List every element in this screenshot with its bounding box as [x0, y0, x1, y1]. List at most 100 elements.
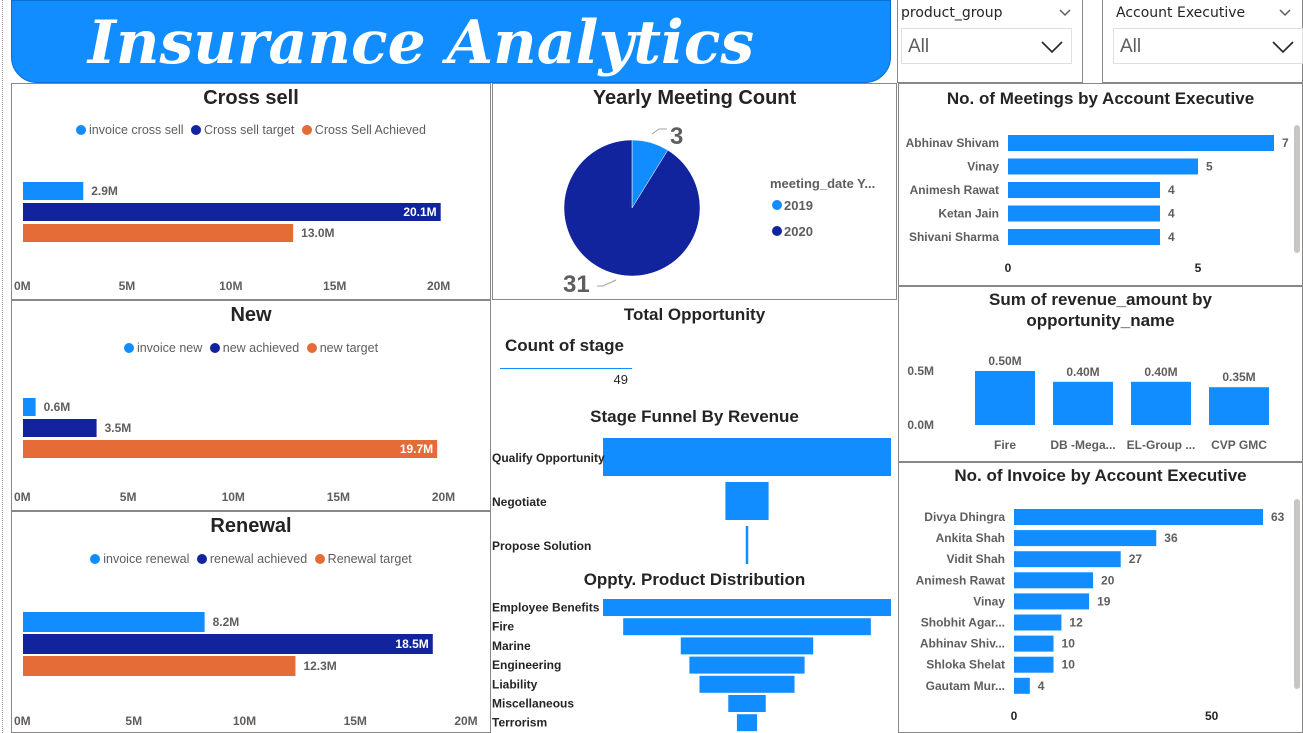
funnel-label: Terrorism — [492, 716, 547, 730]
data-label: 0.35M — [1222, 370, 1255, 384]
data-label: 0.6M — [44, 400, 71, 414]
bar — [23, 440, 438, 458]
category-label: Shloka Shelat — [926, 658, 1005, 672]
tick-label: 0M — [14, 279, 31, 293]
product-group-dropdown[interactable]: All — [901, 28, 1072, 64]
funnel-label: Qualify Opportunity — [492, 451, 605, 465]
data-label: 8.2M — [213, 615, 240, 629]
new-chart: 0.6M 3.5M 19.7M 0M 5M 10M 15M 20M — [14, 398, 455, 504]
bar — [1008, 182, 1160, 198]
bar — [1014, 530, 1157, 547]
yearly-pie-chart: 3 31 2019 2020 — [563, 123, 813, 298]
bar — [23, 203, 441, 221]
opportunity-section: Total Opportunity Count of stage 49 Stag… — [492, 300, 897, 733]
data-label: 0.40M — [1144, 365, 1177, 379]
category-label: Shivani Sharma — [909, 230, 999, 244]
bar — [23, 224, 294, 242]
funnel-bar — [689, 656, 805, 674]
tick-label: 5M — [120, 490, 137, 504]
funnel-bar — [603, 438, 891, 476]
bar — [1014, 614, 1062, 631]
data-label: 5 — [1206, 160, 1213, 174]
data-label: 4 — [1168, 230, 1175, 244]
data-label: 63 — [1271, 510, 1285, 524]
funnel-bar — [680, 637, 814, 655]
category-label: CVP GMC — [1211, 438, 1267, 452]
data-label: 2.9M — [91, 184, 118, 198]
pie-slice — [563, 139, 701, 277]
legend-label: 2019 — [784, 198, 813, 213]
tick-label: 0M — [14, 714, 31, 728]
category-label: DB -Mega... — [1050, 438, 1115, 452]
account-executive-slicer[interactable]: Account Executive All — [1102, 0, 1303, 83]
chevron-down-icon[interactable] — [1041, 38, 1063, 56]
slicer-label: product_group — [901, 5, 1003, 21]
category-label: Abhinav Shiv... — [920, 637, 1005, 651]
funnel-label: Negotiate — [492, 495, 547, 509]
bar — [23, 634, 433, 654]
funnel-label: Fire — [492, 620, 514, 634]
slice-label: 3 — [670, 123, 683, 150]
meetings-chart: Abhinav Shivam 7 Vinay 5 Animesh Rawat 4 Ketan… — [906, 125, 1300, 275]
bar — [23, 419, 97, 437]
bar — [1209, 387, 1269, 425]
bar — [1014, 635, 1054, 652]
chevron-down-icon[interactable] — [1272, 38, 1294, 56]
chevron-down-icon[interactable] — [1058, 6, 1072, 20]
funnel-bar — [623, 618, 871, 636]
legend-label: 2020 — [784, 224, 813, 239]
bar — [1014, 509, 1263, 525]
chevron-down-icon[interactable] — [1278, 6, 1292, 20]
bar — [975, 371, 1035, 425]
funnel-bar — [736, 714, 758, 732]
data-label: 20.1M — [403, 205, 436, 219]
data-label: 10 — [1062, 658, 1076, 672]
data-label: 18.5M — [395, 637, 428, 651]
product-group-slicer[interactable]: product_group All — [897, 0, 1083, 83]
tick-label: 5M — [125, 714, 142, 728]
tick-label: 50 — [1205, 709, 1219, 723]
data-label: 4 — [1168, 207, 1175, 221]
bar — [1131, 381, 1191, 425]
funnel-charts: Qualify Opportunity Negotiate Propose Solu… — [492, 438, 891, 732]
funnel-bar — [725, 482, 769, 520]
category-label: Animesh Rawat — [916, 573, 1005, 587]
category-label: Abhinav Shivam — [906, 136, 999, 150]
meetings-panel: No. of Meetings by Account Executive Abh… — [898, 83, 1303, 286]
tick-label: 10M — [222, 490, 245, 504]
category-label: Ankita Shah — [936, 531, 1005, 545]
funnel-bar — [603, 599, 891, 616]
category-label: Vinay — [973, 594, 1005, 608]
funnel-bar — [699, 675, 795, 693]
slicer-label: Account Executive — [1116, 5, 1246, 21]
account-executive-dropdown[interactable]: All — [1113, 28, 1303, 64]
tick-label: 5M — [119, 279, 136, 293]
data-label: 36 — [1164, 531, 1178, 545]
funnel-label: Employee Benefits — [492, 601, 600, 615]
canvas-edge — [2, 0, 3, 733]
tick-label: 0.0M — [907, 418, 934, 432]
bar — [23, 398, 36, 416]
funnel-label: Propose Solution — [492, 539, 591, 553]
data-label: 20 — [1101, 573, 1115, 587]
tick-label: 0 — [1011, 709, 1018, 723]
renewal-panel: Renewal invoice renewal renewal achieved… — [11, 511, 491, 733]
tick-label: 20M — [427, 279, 450, 293]
funnel-label: Miscellaneous — [492, 697, 574, 711]
tick-label: 20M — [432, 490, 455, 504]
category-label: Gautam Mur... — [926, 679, 1005, 693]
tick-label: 15M — [344, 714, 367, 728]
category-label: Fire — [994, 438, 1016, 452]
bar — [1014, 593, 1090, 610]
tick-label: 5 — [1195, 261, 1202, 275]
invoice-chart: Divya Dhingra 63 Ankita Shah 36 Vidit Shah 27… — [916, 499, 1300, 723]
data-label: 19.7M — [400, 442, 433, 456]
data-label: 13.0M — [301, 226, 334, 240]
tick-label: 0M — [14, 490, 31, 504]
invoice-panel: No. of Invoice by Account Executive Divy… — [898, 462, 1303, 733]
category-label: EL-Group ... — [1127, 438, 1196, 452]
yearly-meeting-panel: Yearly Meeting Count meeting_date Y... 3… — [492, 83, 897, 300]
data-label: 3.5M — [105, 421, 132, 435]
data-label: 10 — [1062, 637, 1076, 651]
funnel-label: Liability — [492, 677, 538, 691]
